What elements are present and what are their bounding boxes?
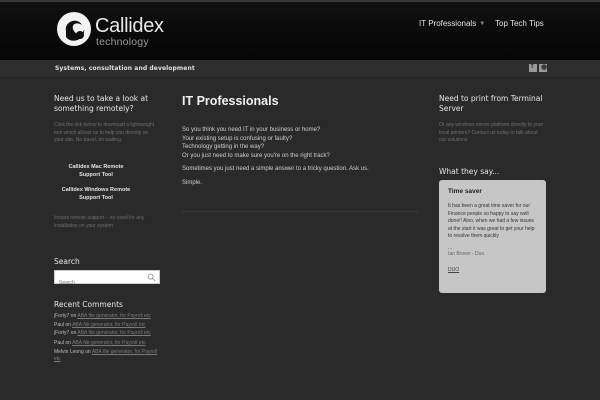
- testimonials-heading: What they say...: [439, 167, 500, 176]
- comment-author: jForty7: [54, 313, 70, 319]
- rss-icon[interactable]: ◉: [539, 64, 547, 72]
- intro-line: So you think you need IT in your busines…: [182, 127, 321, 133]
- left-sidebar: Need us to take a look at something remo…: [54, 94, 164, 229]
- answer-paragraph: Sometimes you just need a simple answer …: [182, 166, 369, 172]
- mac-support-tool-link[interactable]: Callidex Mac Remote Support Tool: [60, 164, 132, 179]
- recent-comments-list: jForty7 on ABA file generator, for Payro…: [54, 313, 164, 365]
- intro-paragraph: So you think you need IT in your busines…: [182, 126, 418, 160]
- search-input[interactable]: [55, 277, 145, 289]
- site-header: Callidex technology IT Professionals ▼ To…: [0, 0, 600, 60]
- right-sidebar: Need to print from Terminal Server Or an…: [439, 94, 549, 145]
- tagline-bar: Systems, consultation and development f …: [0, 60, 600, 78]
- comment-author: jForty7: [54, 330, 70, 337]
- list-item: Paul on ABA file generator, for Payroll …: [54, 322, 164, 329]
- site-tagline: Systems, consultation and development: [55, 65, 195, 72]
- nav-item-label: IT Professionals: [419, 19, 477, 28]
- comment-on: on: [85, 348, 91, 355]
- terminal-server-heading: Need to print from Terminal Server: [439, 94, 543, 113]
- comment-post-link[interactable]: ABA file generator, for Payroll etc: [77, 313, 150, 319]
- testimonial-body: It has been a great time saver for our F…: [448, 203, 535, 240]
- chevron-down-icon: ▼: [479, 21, 486, 27]
- nav-item-it-professionals[interactable]: IT Professionals ▼: [419, 19, 485, 28]
- page-title: IT Professionals: [182, 94, 279, 108]
- comment-post-link[interactable]: ABA file generator, for Payroll etc: [77, 330, 150, 336]
- recent-comments-heading: Recent Comments: [54, 300, 123, 309]
- testimonial-company-link[interactable]: DUO: [448, 267, 459, 273]
- comment-post-link[interactable]: ABA file generator, for Payroll etc: [72, 322, 145, 328]
- list-item: jForty7 on ABA file generator, for Payro…: [54, 313, 164, 320]
- terminal-server-desc: Or any windows server platform directly …: [439, 122, 544, 143]
- comment-on: on: [70, 313, 77, 319]
- nav-item-top-tech-tips[interactable]: Top Tech Tips: [495, 19, 544, 28]
- remote-support-heading: Need us to take a look at something remo…: [54, 94, 149, 113]
- comment-on: on: [65, 322, 71, 329]
- list-item: Melvin Leong on ABA file generator, for …: [54, 349, 164, 363]
- comment-post-link[interactable]: ABA file generator, for Payroll etc: [72, 340, 145, 346]
- list-item: jForty7 on ABA file generator, for Payro…: [54, 330, 164, 337]
- windows-support-tool-link[interactable]: Callidex Windows Remote Support Tool: [60, 187, 132, 202]
- intro-line: Your existing setup is confusing or faul…: [182, 135, 293, 142]
- comment-author: Paul: [54, 322, 65, 329]
- comment-on: on: [70, 330, 77, 337]
- comment-on: on: [65, 339, 71, 346]
- search-heading: Search: [54, 257, 80, 266]
- search-icon[interactable]: [147, 273, 156, 282]
- facebook-icon[interactable]: f: [529, 63, 537, 72]
- remote-support-intro: Click the link below to download a light…: [54, 122, 155, 143]
- remote-support-outro: Instant remote support – no need for any…: [54, 215, 145, 229]
- testimonial-author: Ian Brown - Duo: [448, 250, 485, 257]
- comment-author: Melvin Leong: [54, 348, 84, 355]
- search-box: [54, 270, 160, 289]
- content-divider: [182, 211, 418, 212]
- comment-author: Paul: [54, 339, 65, 346]
- intro-line: Technology getting in the way?: [182, 144, 265, 150]
- list-item: Paul on ABA file generator, for Payroll …: [54, 340, 164, 347]
- testimonial-title: Time saver: [448, 188, 482, 195]
- testimonial-card: Time saver It has been a great time save…: [439, 180, 546, 293]
- intro-line: Or you just need to make sure you're on …: [182, 152, 330, 159]
- main-content: IT Professionals So you think you need I…: [182, 94, 418, 187]
- logo-subtitle: technology: [96, 36, 149, 48]
- simple-paragraph: Simple.: [182, 179, 203, 186]
- main-nav: IT Professionals ▼ Top Tech Tips: [0, 19, 600, 33]
